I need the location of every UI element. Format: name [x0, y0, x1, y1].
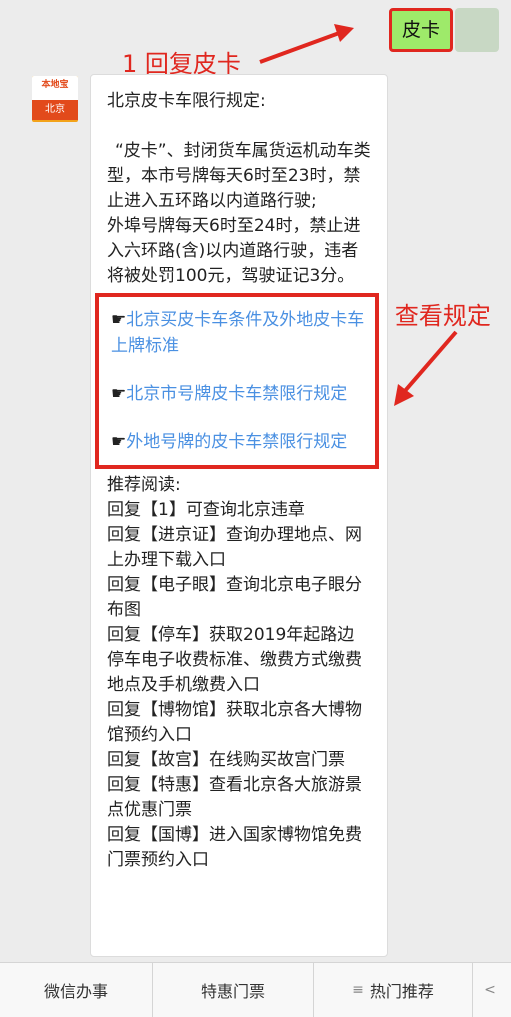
annotation-arrow-2 — [394, 330, 458, 406]
bendibao-logo: 本地宝 — [32, 76, 78, 100]
user-message-bubble: 皮卡 — [388, 8, 453, 52]
reply-title: 北京皮卡车限行规定: — [107, 91, 266, 111]
hand-pointer-icon: ☛ — [111, 432, 127, 452]
bot-message-bubble: 北京皮卡车限行规定: “皮卡”、封闭货车属货运机动车类型，本市号牌每天6时至23… — [90, 74, 388, 957]
recommend-item: 回复【国博】进入国家博物馆免费门票预约入口 — [107, 825, 362, 870]
link-nonlocal-plate-restriction[interactable]: ☛外地号牌的皮卡车禁限行规定 — [111, 429, 367, 455]
recommend-item: 回复【停车】获取2019年起路边停车电子收费标准、缴费方式缴费地点及手机缴费入口 — [107, 625, 362, 695]
reply-paragraph-2: 外埠号牌每天6时至24时，禁止进入六环路(含)以内道路行驶，违者将被处罚100元… — [107, 216, 361, 286]
avatar-city-label: 北京 — [32, 100, 78, 120]
link-beijing-plate-restriction[interactable]: ☛北京市号牌皮卡车禁限行规定 — [111, 381, 367, 407]
recommend-item: 回复【电子眼】查询北京电子眼分布图 — [107, 575, 362, 620]
recommend-item: 回复【进京证】查询办理地点、网上办理下载入口 — [107, 525, 362, 570]
menu-tab-bar: 微信办事 特惠门票 ≡ 热门推荐 < — [0, 962, 511, 1017]
bot-avatar[interactable]: 本地宝 北京 — [32, 76, 78, 122]
recommend-item: 回复【1】可查询北京违章 — [107, 500, 305, 520]
recommend-title: 推荐阅读: — [107, 475, 181, 495]
user-avatar[interactable] — [455, 8, 499, 52]
recommend-item: 回复【博物馆】获取北京各大博物馆预约入口 — [107, 700, 362, 745]
link-buy-pickup-conditions[interactable]: ☛北京买皮卡车条件及外地皮卡车上牌标准 — [111, 307, 367, 359]
recommend-item: 回复【故宫】在线购买故宫门票 — [107, 750, 345, 770]
tab-hot-recommend[interactable]: ≡ 热门推荐 — [314, 963, 473, 1017]
reply-paragraph-1: “皮卡”、封闭货车属货运机动车类型，本市号牌每天6时至23时，禁止进入五环路以内… — [107, 141, 371, 211]
chevron-left-icon: < — [484, 982, 496, 998]
tab-discount-tickets[interactable]: 特惠门票 — [153, 963, 314, 1017]
menu-lines-icon: ≡ — [352, 982, 364, 998]
annotation-arrow-1 — [259, 24, 354, 64]
hand-pointer-icon: ☛ — [111, 384, 127, 404]
tab-wechat-services[interactable]: 微信办事 — [0, 963, 153, 1017]
hand-pointer-icon: ☛ — [111, 310, 127, 330]
user-message: 皮卡 — [388, 8, 453, 52]
recommend-item: 回复【特惠】查看北京各大旅游景点优惠门票 — [107, 775, 362, 820]
tab-more[interactable]: < — [473, 963, 511, 1017]
regulation-links-box: ☛北京买皮卡车条件及外地皮卡车上牌标准 ☛北京市号牌皮卡车禁限行规定 ☛外地号牌… — [95, 293, 379, 469]
